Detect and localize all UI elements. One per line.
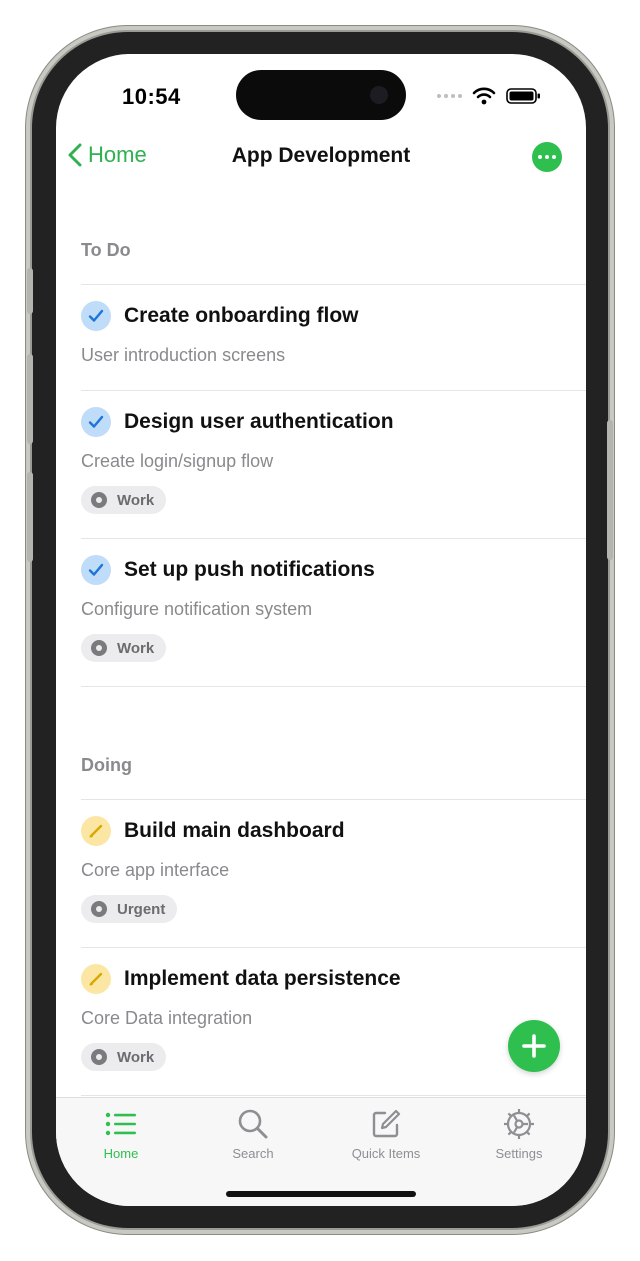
tab-bar: Home Search Quick Items Settings [56, 1097, 586, 1206]
dynamic-island [236, 70, 406, 120]
tag-icon [91, 901, 107, 917]
task-subtitle: User introduction screens [81, 345, 286, 365]
add-task-button[interactable] [508, 1020, 560, 1072]
tab-label: Home [103, 1146, 139, 1161]
task-header: Set up push notifications [81, 555, 586, 585]
wifi-icon [472, 87, 496, 105]
task-status-button[interactable] [81, 301, 111, 331]
task-title: Design user authentication [124, 410, 394, 433]
power-button [607, 420, 613, 560]
screen: 10:54 Home App Development To Do Create … [56, 54, 586, 1206]
list-icon [71, 1106, 171, 1142]
tab-label: Quick Items [351, 1146, 421, 1161]
camera-icon [370, 86, 388, 104]
cellular-signal-icon [437, 94, 462, 98]
tab-label: Settings [495, 1146, 543, 1161]
task-header: Design user authentication [81, 407, 586, 437]
pencil-icon [88, 823, 104, 839]
tag-icon [91, 640, 107, 656]
magnifier-icon [203, 1106, 303, 1142]
tab-search[interactable]: Search [203, 1106, 303, 1161]
tag-label: Work [117, 1048, 155, 1066]
task-subtitle: Core app interface [81, 860, 230, 880]
task-row[interactable]: Design user authentication Create login/… [81, 391, 586, 539]
status-time: 10:54 [122, 84, 181, 109]
tab-settings[interactable]: Settings [469, 1106, 569, 1161]
compose-icon [336, 1106, 436, 1142]
task-status-button[interactable] [81, 555, 111, 585]
task-tag: Urgent [81, 895, 178, 923]
task-title: Set up push notifications [124, 558, 375, 581]
gear-icon [469, 1106, 569, 1142]
task-row[interactable]: Build main dashboard Core app interface … [81, 800, 586, 948]
tab-home[interactable]: Home [71, 1106, 171, 1161]
status-indicators [437, 87, 542, 105]
section-header: Doing [81, 739, 586, 800]
task-row[interactable]: Create onboarding flow User introduction… [81, 285, 586, 391]
task-status-button[interactable] [81, 816, 111, 846]
more-options-button[interactable] [532, 142, 562, 172]
page-title: App Development [231, 144, 411, 167]
task-status-button[interactable] [81, 964, 111, 994]
task-tag: Work [81, 634, 167, 662]
tag-label: Work [117, 491, 155, 509]
task-row[interactable]: Set up push notifications Configure noti… [81, 539, 586, 687]
battery-icon [506, 88, 540, 104]
navigation-bar: Home App Development [56, 138, 586, 178]
task-header: Create onboarding flow [81, 301, 586, 331]
tab-label: Search [232, 1146, 274, 1161]
volume-up-button [27, 354, 33, 444]
task-row[interactable]: Implement data persistence Core Data int… [81, 948, 586, 1096]
task-header: Build main dashboard [81, 816, 586, 846]
checkmark-icon [88, 563, 104, 577]
task-title: Create onboarding flow [124, 304, 359, 327]
tag-icon [91, 492, 107, 508]
volume-down-button [27, 472, 33, 562]
task-subtitle: Configure notification system [81, 599, 313, 619]
task-status-button[interactable] [81, 407, 111, 437]
plus-icon [522, 1034, 546, 1058]
task-tag: Work [81, 1043, 167, 1071]
task-title: Build main dashboard [124, 819, 345, 842]
task-title: Implement data persistence [124, 967, 401, 990]
task-header: Implement data persistence [81, 964, 586, 994]
mute-switch [27, 268, 33, 314]
tab-quick-items[interactable]: Quick Items [336, 1106, 436, 1161]
section-header: To Do [81, 224, 586, 285]
task-subtitle: Core Data integration [81, 1008, 253, 1028]
pencil-icon [88, 971, 104, 987]
tag-icon [91, 1049, 107, 1065]
task-subtitle: Create login/signup flow [81, 451, 274, 471]
tag-label: Work [117, 639, 155, 657]
home-indicator [226, 1191, 416, 1197]
task-tag: Work [81, 486, 167, 514]
task-list: To Do Create onboarding flow User introd… [81, 224, 586, 1096]
checkmark-icon [88, 415, 104, 429]
checkmark-icon [88, 309, 104, 323]
tag-label: Urgent [117, 900, 166, 918]
